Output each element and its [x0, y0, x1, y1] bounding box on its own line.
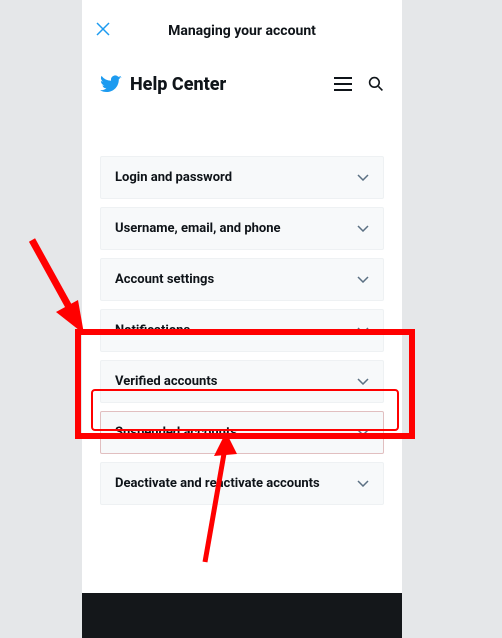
- menu-icon[interactable]: [334, 77, 352, 91]
- accordion-notifications[interactable]: Notifications: [100, 309, 384, 352]
- chevron-down-icon: [357, 378, 369, 385]
- accordion-suspended-accounts[interactable]: Suspended accounts: [100, 411, 384, 454]
- accordion-label: Username, email, and phone: [115, 221, 281, 236]
- chevron-down-icon: [357, 327, 369, 334]
- header-actions: [334, 76, 384, 92]
- close-icon[interactable]: [96, 20, 116, 41]
- chevron-down-icon: [357, 429, 369, 436]
- twitter-bird-icon: [100, 73, 122, 95]
- accordion-label: Login and password: [115, 170, 232, 185]
- accordion-verified-accounts[interactable]: Verified accounts: [100, 360, 384, 403]
- help-center-title: Help Center: [130, 74, 226, 95]
- accordion-label: Notifications: [115, 323, 190, 338]
- modal-title: Managing your account: [82, 23, 402, 39]
- accordion-label: Suspended accounts: [115, 425, 237, 440]
- chevron-down-icon: [357, 174, 369, 181]
- arrow-annotation-top: [32, 240, 84, 334]
- brand-row: Help Center: [100, 73, 226, 95]
- accordion-deactivate-reactivate[interactable]: Deactivate and reactivate accounts: [100, 462, 384, 505]
- footer-region: [82, 593, 402, 638]
- accordion-account-settings[interactable]: Account settings: [100, 258, 384, 301]
- help-center-header: Help Center: [82, 52, 402, 116]
- accordion-label: Account settings: [115, 272, 214, 287]
- phone-screen: Managing your account Help Center Login …: [82, 0, 402, 638]
- chevron-down-icon: [357, 276, 369, 283]
- search-icon[interactable]: [368, 76, 384, 92]
- accordion-username-email[interactable]: Username, email, and phone: [100, 207, 384, 250]
- chevron-down-icon: [357, 225, 369, 232]
- accordion-list: Login and password Username, email, and …: [82, 116, 402, 505]
- accordion-label: Verified accounts: [115, 374, 217, 389]
- accordion-label: Deactivate and reactivate accounts: [115, 476, 320, 491]
- modal-header: Managing your account: [82, 10, 402, 52]
- chevron-down-icon: [357, 480, 369, 487]
- accordion-login-password[interactable]: Login and password: [100, 156, 384, 199]
- status-bar: [82, 0, 402, 10]
